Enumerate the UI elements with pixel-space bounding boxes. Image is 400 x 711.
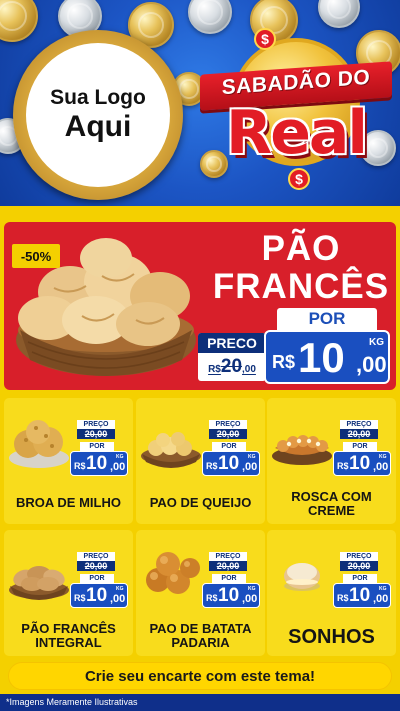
pao-integral-image	[9, 566, 69, 600]
cta-banner[interactable]: Crie seu encarte com este tema!	[8, 662, 392, 690]
broa-image	[9, 420, 69, 468]
unit: KG	[379, 454, 387, 460]
hero-old-int: 20	[220, 356, 243, 377]
logo-text-line2: Aqui	[64, 110, 132, 143]
price-dec: ,00	[373, 461, 389, 473]
old-price-label: PREÇO	[209, 420, 247, 429]
old-price-value: 20,00	[340, 429, 378, 439]
hero-old-currency: R$	[208, 364, 221, 375]
hero-old-dec: ,00	[242, 364, 256, 375]
new-price: R$ 10 ,00 KG	[70, 583, 128, 608]
sonho-image	[284, 563, 320, 591]
pao-de-queijo-image	[141, 432, 201, 468]
new-price: R$ 10 ,00 KG	[202, 583, 260, 608]
hero-old-price-label: PRECO	[198, 333, 266, 353]
price-dec: ,00	[242, 593, 258, 605]
old-price-value: 20,00	[77, 429, 115, 439]
disclaimer-text: *Imagens Meramente Ilustrativas	[0, 694, 400, 711]
price-int: 10	[218, 585, 240, 606]
product-card-pao-de-queijo[interactable]: PREÇO 20,00 POR R$ 10 ,00 KG PAO DE QUEI…	[136, 398, 265, 524]
coin-decoration	[188, 0, 232, 34]
hero-por-label: POR	[277, 308, 377, 330]
price-int: 10	[349, 453, 371, 474]
product-name: PÃO FRANCÊS INTEGRAL	[21, 621, 116, 650]
unit: KG	[116, 454, 124, 460]
product-name: PAO DE QUEIJO	[149, 495, 252, 510]
price-dec: ,00	[110, 461, 126, 473]
product-name: ROSCA COM CREME	[291, 489, 372, 518]
new-price: R$ 10 ,00 KG	[70, 451, 128, 476]
hero-product-title: PÃO FRANCÊS	[206, 230, 396, 306]
hero-new-price: R$ 10 ,00 KG	[264, 330, 390, 384]
product-card-rosca-com-creme[interactable]: PREÇO 20,00 POR R$ 10 ,00 KG ROSCA COM C…	[267, 398, 396, 524]
hero-new-int: 10	[298, 334, 345, 381]
sabadao-title-badge: SABADÃO DO Real $ $	[196, 28, 396, 196]
product-name: PAO DE BATATA PADARIA	[149, 621, 252, 650]
product-card-pao-de-batata[interactable]: PREÇO 20,00 POR R$ 10 ,00 KG PAO DE BATA…	[136, 530, 265, 656]
product-card-broa-de-milho[interactable]: PREÇO 20,00 POR R$ 10 ,00 KG BROA DE MIL…	[4, 398, 133, 524]
unit: KG	[248, 586, 256, 592]
hero-unit: KG	[369, 337, 384, 348]
currency: R$	[206, 593, 218, 603]
unit: KG	[116, 586, 124, 592]
logo-text-line1: Sua Logo	[50, 86, 146, 109]
hero-old-price: PRECO R$20,00	[198, 333, 266, 381]
coin-decoration	[318, 0, 360, 28]
logo-placeholder[interactable]: Sua Logo Aqui	[26, 43, 170, 187]
old-price-value: 20,00	[209, 561, 247, 571]
old-price-label: PREÇO	[77, 552, 115, 561]
pao-de-batata-image	[146, 552, 200, 594]
old-price-label: PREÇO	[209, 552, 247, 561]
old-price-value: 20,00	[209, 429, 247, 439]
currency: R$	[206, 461, 218, 471]
new-price: R$ 10 ,00 KG	[333, 451, 391, 476]
header-banner: Sua Logo Aqui SABADÃO DO Real $ $	[0, 0, 400, 212]
price-tag: PREÇO 20,00 POR R$ 10 ,00 KG	[333, 420, 391, 482]
new-price: R$ 10 ,00 KG	[202, 451, 260, 476]
product-name: SONHOS	[288, 626, 375, 648]
price-dec: ,00	[373, 593, 389, 605]
header-divider	[0, 206, 400, 216]
currency: R$	[337, 593, 349, 603]
rosca-image	[272, 435, 332, 465]
old-price-value: 20,00	[340, 561, 378, 571]
currency: R$	[337, 461, 349, 471]
discount-badge: -50%	[12, 244, 60, 268]
old-price-value: 20,00	[77, 561, 115, 571]
price-dec: ,00	[110, 593, 126, 605]
price-tag: PREÇO 20,00 POR R$ 10 ,00 KG	[70, 420, 128, 482]
price-int: 10	[86, 453, 108, 474]
hero-old-price-value: R$20,00	[198, 353, 266, 383]
price-int: 10	[86, 585, 108, 606]
price-tag: PREÇO 20,00 POR R$ 10 ,00 KG	[202, 552, 260, 614]
dollar-icon: $	[288, 168, 310, 190]
new-price: R$ 10 ,00 KG	[333, 583, 391, 608]
dollar-icon: $	[254, 28, 276, 50]
hero-new-dec: ,00	[356, 352, 387, 377]
price-tag: PREÇO 20,00 POR R$ 10 ,00 KG	[202, 420, 260, 482]
hero-new-currency: R$	[272, 352, 296, 372]
product-card-pao-frances-integral[interactable]: PREÇO 20,00 POR R$ 10 ,00 KG PÃO FRANCÊS…	[4, 530, 133, 656]
old-price-label: PREÇO	[340, 552, 378, 561]
price-dec: ,00	[242, 461, 258, 473]
currency: R$	[74, 461, 86, 471]
price-tag: PREÇO 20,00 POR R$ 10 ,00 KG	[333, 552, 391, 614]
product-name: BROA DE MILHO	[16, 495, 121, 510]
old-price-label: PREÇO	[77, 420, 115, 429]
price-int: 10	[218, 453, 240, 474]
hero-title-line2: FRANCÊS	[212, 267, 390, 306]
unit: KG	[248, 454, 256, 460]
badge-title-line2: Real	[226, 98, 368, 168]
coin-decoration	[0, 0, 38, 42]
price-int: 10	[349, 585, 371, 606]
old-price-label: PREÇO	[340, 420, 378, 429]
price-tag: PREÇO 20,00 POR R$ 10 ,00 KG	[70, 552, 128, 614]
currency: R$	[74, 593, 86, 603]
unit: KG	[379, 586, 387, 592]
product-card-sonhos[interactable]: PREÇO 20,00 POR R$ 10 ,00 KG SONHOS	[267, 530, 396, 656]
hero-title-line1: PÃO	[261, 229, 341, 268]
